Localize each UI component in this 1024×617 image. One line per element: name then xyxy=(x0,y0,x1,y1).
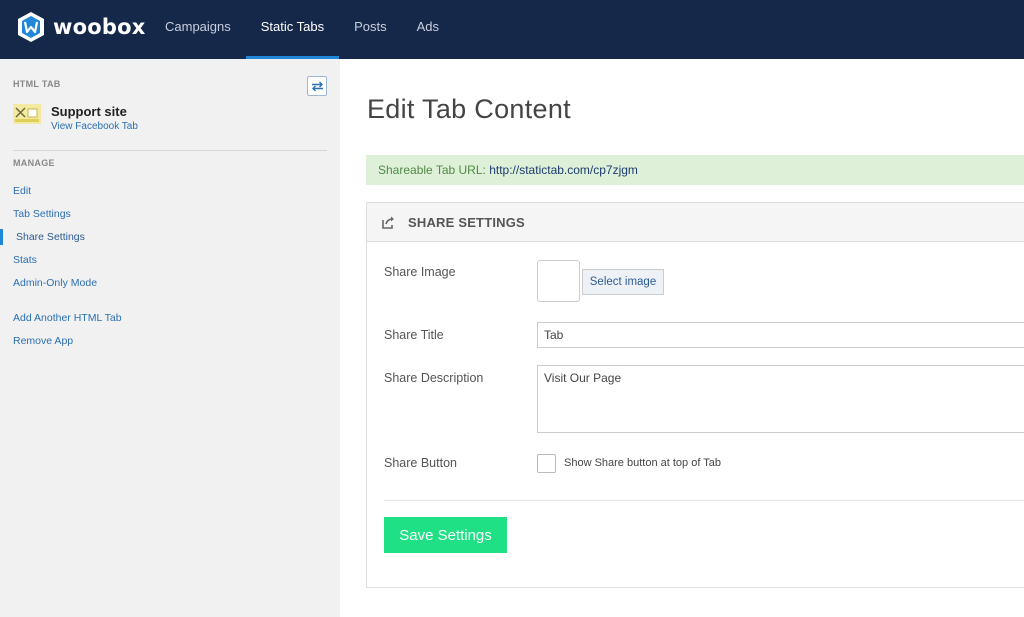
sidebar-item-share-settings[interactable]: Share Settings xyxy=(16,231,85,243)
shareable-url-link[interactable]: http://statictab.com/cp7zjgm xyxy=(489,163,638,177)
switch-tab-button[interactable] xyxy=(307,76,327,96)
page-name: Support site xyxy=(51,104,127,119)
active-indicator xyxy=(0,229,3,245)
page-thumbnail xyxy=(13,104,41,124)
panel-header: SHARE SETTINGS xyxy=(367,203,1024,242)
url-label: Shareable Tab URL: xyxy=(378,163,486,177)
nav-posts[interactable]: Posts xyxy=(339,0,402,59)
page-thumbnail-icon xyxy=(13,104,41,124)
sidebar: HTML TAB Support site View Facebook Tab … xyxy=(0,59,340,617)
sidebar-item-admin-only-mode[interactable]: Admin-Only Mode xyxy=(13,277,97,289)
view-facebook-tab-link[interactable]: View Facebook Tab xyxy=(51,121,138,132)
sidebar-item-edit[interactable]: Edit xyxy=(13,185,31,197)
share-description-textarea[interactable]: Visit Our Page xyxy=(537,365,1024,433)
nav-campaigns[interactable]: Campaigns xyxy=(150,0,246,59)
nav-ads[interactable]: Ads xyxy=(402,0,454,59)
sidebar-item-tab-settings[interactable]: Tab Settings xyxy=(13,208,71,220)
add-another-html-tab-link[interactable]: Add Another HTML Tab xyxy=(13,312,122,324)
select-image-button[interactable]: Select image xyxy=(582,269,664,295)
panel-title: SHARE SETTINGS xyxy=(408,214,525,230)
show-share-button-checkbox-label[interactable]: Show Share button at top of Tab xyxy=(564,457,721,469)
save-settings-button[interactable]: Save Settings xyxy=(384,517,507,553)
sidebar-section-label: HTML TAB xyxy=(13,79,61,89)
main-content: Edit Tab Content Shareable Tab URL: http… xyxy=(340,59,1024,617)
share-title-label: Share Title xyxy=(384,328,444,342)
sidebar-divider xyxy=(13,150,327,151)
page-title: Edit Tab Content xyxy=(367,94,571,124)
shareable-url-bar: Shareable Tab URL: http://statictab.com/… xyxy=(366,155,1024,185)
share-icon xyxy=(382,216,394,229)
share-description-label: Share Description xyxy=(384,371,484,385)
main-nav: Campaigns Static Tabs Posts Ads xyxy=(150,0,454,59)
show-share-button-checkbox[interactable] xyxy=(537,454,556,473)
form-divider xyxy=(384,500,1024,501)
remove-app-link[interactable]: Remove App xyxy=(13,335,73,347)
woobox-logo-icon xyxy=(18,12,44,42)
sidebar-item-stats[interactable]: Stats xyxy=(13,254,37,266)
top-nav-bar: woobox Campaigns Static Tabs Posts Ads xyxy=(0,0,1024,59)
share-button-label: Share Button xyxy=(384,456,457,470)
swap-arrows-icon xyxy=(311,81,323,91)
share-title-input[interactable]: Tab xyxy=(537,322,1024,348)
nav-static-tabs[interactable]: Static Tabs xyxy=(245,0,340,59)
woobox-logo[interactable]: woobox xyxy=(17,10,145,44)
share-image-preview xyxy=(537,260,580,302)
manage-label: MANAGE xyxy=(13,158,55,168)
share-image-label: Share Image xyxy=(384,265,456,279)
share-settings-panel: SHARE SETTINGS Share Image Select image … xyxy=(366,202,1024,588)
brand-name: woobox xyxy=(53,15,146,39)
